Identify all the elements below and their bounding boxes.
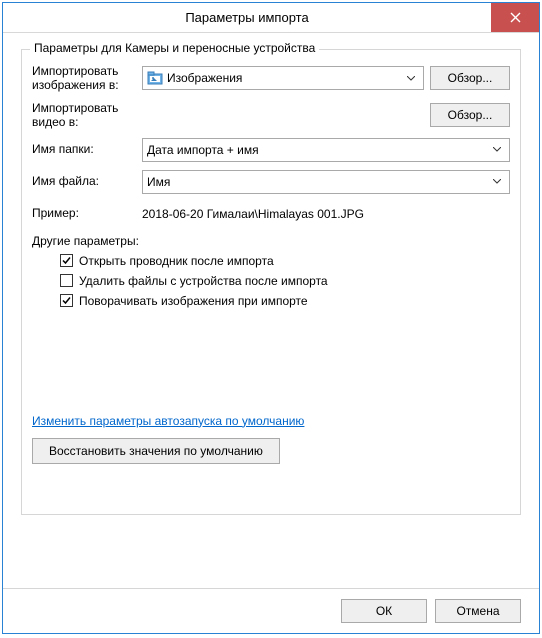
folder-name-value: Дата импорта + имя (147, 143, 489, 157)
restore-defaults-button[interactable]: Восстановить значения по умолчанию (32, 438, 280, 464)
import-video-row: Импортировать видео в: Обзор... (32, 101, 510, 130)
browse-video-button[interactable]: Обзор... (430, 103, 510, 127)
close-button[interactable] (491, 3, 539, 32)
chevron-down-icon (489, 147, 505, 152)
window-title: Параметры импорта (3, 3, 491, 32)
content-area: Параметры для Камеры и переносные устрой… (3, 33, 539, 588)
example-label: Пример: (32, 206, 142, 220)
import-images-row: Импортировать изображения в: Изображения… (32, 64, 510, 93)
example-value: 2018-06-20 Гималаи\Himalayas 001.JPG (142, 207, 364, 221)
file-name-label: Имя файла: (32, 174, 142, 188)
change-autoplay-link[interactable]: Изменить параметры автозапуска по умолча… (32, 414, 304, 428)
example-row: Пример: 2018-06-20 Гималаи\Himalayas 001… (32, 202, 510, 226)
checkbox-1[interactable] (60, 274, 73, 287)
titlebar: Параметры импорта (3, 3, 539, 33)
other-options-label: Другие параметры: (32, 234, 510, 248)
folder-name-row: Имя папки: Дата импорта + имя (32, 138, 510, 162)
chevron-down-icon (489, 179, 505, 184)
close-icon (510, 12, 521, 23)
browse-images-button[interactable]: Обзор... (430, 66, 510, 90)
checkbox-row: Поворачивать изображения при импорте (60, 294, 510, 308)
import-settings-group: Параметры для Камеры и переносные устрой… (21, 49, 521, 515)
checkbox-label: Удалить файлы с устройства после импорта (79, 274, 328, 288)
file-name-combo[interactable]: Имя (142, 170, 510, 194)
checkbox-label: Открыть проводник после импорта (79, 254, 274, 268)
groupbox-legend: Параметры для Камеры и переносные устрой… (30, 41, 319, 55)
chevron-down-icon (403, 76, 419, 81)
import-video-label: Импортировать видео в: (32, 101, 142, 130)
import-images-folder-combo[interactable]: Изображения (142, 66, 424, 90)
ok-button[interactable]: ОК (341, 599, 427, 623)
check-icon (61, 255, 72, 266)
file-name-value: Имя (147, 175, 489, 189)
file-name-row: Имя файла: Имя (32, 170, 510, 194)
folder-pictures-icon (147, 70, 163, 86)
import-images-folder-value: Изображения (167, 71, 403, 85)
checkbox-0[interactable] (60, 254, 73, 267)
checkbox-2[interactable] (60, 294, 73, 307)
folder-name-label: Имя папки: (32, 142, 142, 156)
folder-name-combo[interactable]: Дата импорта + имя (142, 138, 510, 162)
checkbox-row: Удалить файлы с устройства после импорта (60, 274, 510, 288)
checkbox-row: Открыть проводник после импорта (60, 254, 510, 268)
dialog-footer: ОК Отмена (3, 588, 539, 633)
check-icon (61, 295, 72, 306)
dialog-window: Параметры импорта Параметры для Камеры и… (2, 2, 540, 634)
checkbox-label: Поворачивать изображения при импорте (79, 294, 308, 308)
import-images-label: Импортировать изображения в: (32, 64, 142, 93)
cancel-button[interactable]: Отмена (435, 599, 521, 623)
